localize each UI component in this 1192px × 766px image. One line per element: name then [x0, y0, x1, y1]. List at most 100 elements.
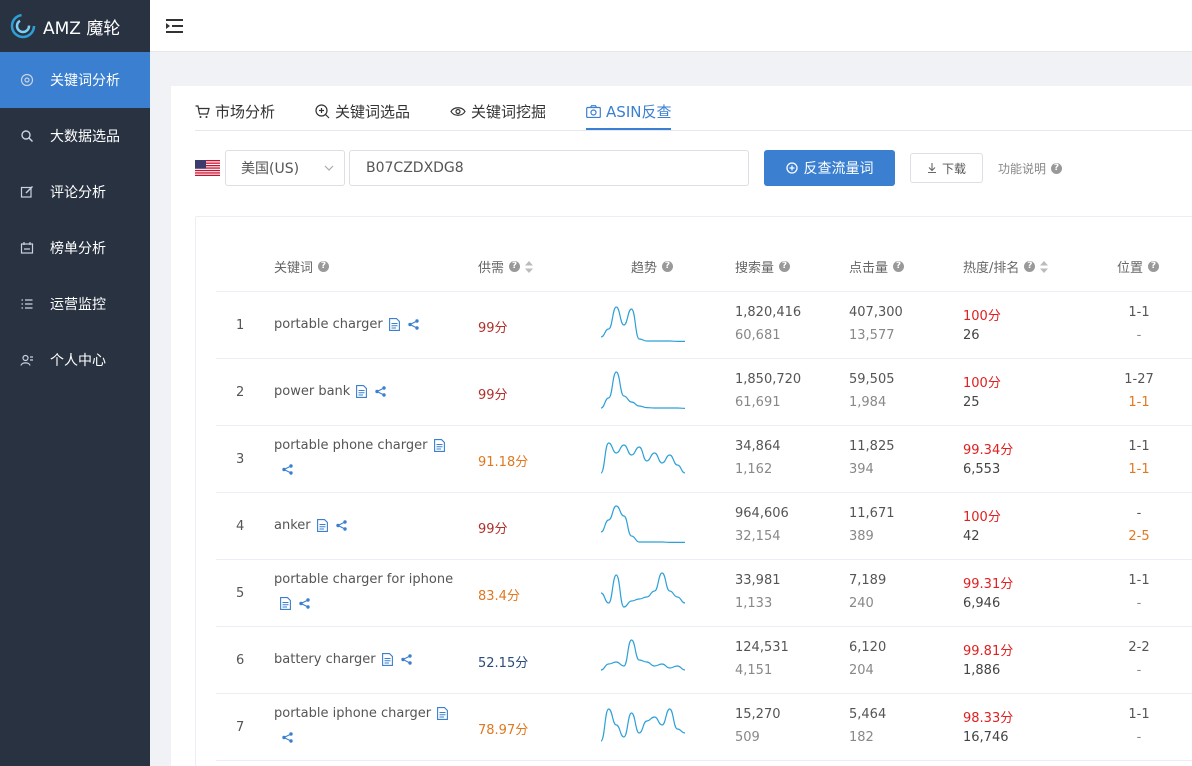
- row-index: 3: [236, 452, 245, 467]
- tab-label: 市场分析: [215, 103, 276, 121]
- trend-line: [600, 708, 686, 742]
- click-volume-daily: 1,984: [849, 395, 887, 410]
- row-index: 5: [236, 586, 245, 601]
- position-primary: 1-1: [1128, 707, 1150, 722]
- trend-sparkline: [600, 633, 686, 685]
- document-icon[interactable]: [388, 318, 400, 331]
- keyword-cell: anker: [274, 514, 459, 538]
- reverse-lookup-button[interactable]: 反查流量词: [764, 150, 895, 186]
- share-icon[interactable]: [282, 464, 293, 475]
- position-primary: 2-2: [1128, 640, 1150, 655]
- keyword-cell: portable charger for iphone: [274, 568, 459, 616]
- keyword-cell: portable iphone charger: [274, 702, 459, 750]
- search-volume: 964,606: [735, 506, 789, 521]
- search-volume: 15,270: [735, 707, 781, 722]
- document-icon[interactable]: [381, 653, 393, 666]
- header-heat-rank[interactable]: 热度/排名?: [963, 257, 1049, 276]
- sort-icon[interactable]: [1040, 260, 1049, 273]
- header-supply[interactable]: 供需?: [478, 257, 534, 276]
- keyword-text[interactable]: power bank: [274, 384, 350, 399]
- trend-sparkline: [600, 432, 686, 484]
- share-icon[interactable]: [299, 598, 310, 609]
- share-icon[interactable]: [400, 654, 412, 665]
- sort-icon[interactable]: [525, 260, 534, 273]
- reverse-lookup-label: 反查流量词: [803, 160, 874, 176]
- country-select[interactable]: 美国(US): [225, 150, 345, 186]
- question-icon[interactable]: ?: [318, 261, 330, 272]
- sidebar-item[interactable]: 关键词分析: [0, 52, 150, 108]
- sidebar-item[interactable]: 评论分析: [0, 164, 150, 220]
- document-icon[interactable]: [280, 597, 291, 610]
- trend-sparkline: [600, 700, 686, 752]
- user-icon: [20, 353, 34, 367]
- supply-score: 91.18分: [478, 455, 529, 470]
- download-button[interactable]: 下载: [910, 153, 983, 183]
- row-index: 6: [236, 653, 245, 668]
- share-icon[interactable]: [407, 319, 419, 330]
- question-icon[interactable]: ?: [509, 261, 521, 272]
- cart-icon: [195, 104, 215, 119]
- app-logo[interactable]: AMZ 魔轮: [0, 0, 150, 52]
- share-icon[interactable]: [375, 386, 387, 397]
- tab[interactable]: 关键词选品: [315, 101, 410, 130]
- click-volume: 5,464: [849, 707, 887, 722]
- position-secondary: -: [1136, 663, 1142, 678]
- logo-swirl-icon: [10, 13, 36, 39]
- tab[interactable]: 关键词挖掘: [450, 101, 546, 130]
- supply-score: 52.15分: [478, 656, 529, 671]
- question-icon[interactable]: ?: [779, 261, 791, 272]
- tab[interactable]: 市场分析: [195, 101, 275, 130]
- header-trend-label: 趋势: [631, 261, 658, 276]
- zoom-in-icon: [785, 161, 798, 174]
- header-trend: 趋势?: [631, 257, 674, 276]
- keyword-text[interactable]: anker: [274, 518, 311, 533]
- heat-rank: 25: [963, 395, 980, 410]
- search-volume: 1,820,416: [735, 305, 802, 320]
- share-icon[interactable]: [335, 520, 347, 531]
- search-volume: 34,864: [735, 439, 781, 454]
- sidebar-item[interactable]: 运营监控: [0, 276, 150, 332]
- tab[interactable]: ASIN反查: [586, 101, 672, 130]
- heat-rank: 26: [963, 328, 980, 343]
- position-primary: 1-1: [1128, 305, 1150, 320]
- document-icon[interactable]: [437, 707, 449, 720]
- us-flag-icon: [195, 160, 220, 176]
- keyword-cell: power bank: [274, 380, 459, 404]
- question-icon[interactable]: ?: [1148, 261, 1160, 272]
- question-icon[interactable]: ?: [1024, 261, 1036, 272]
- keyword-text[interactable]: portable iphone charger: [274, 706, 431, 721]
- top-header: [150, 0, 1192, 52]
- header-search-volume: 搜索量?: [735, 257, 791, 276]
- search-icon: [20, 129, 34, 143]
- click-volume-daily: 182: [849, 730, 874, 745]
- tab-label: ASIN反查: [606, 103, 672, 121]
- keyword-text[interactable]: portable charger: [274, 317, 383, 332]
- keyword-text[interactable]: portable phone charger: [274, 438, 428, 453]
- click-volume-daily: 204: [849, 663, 874, 678]
- header-position-label: 位置: [1117, 261, 1144, 276]
- sidebar-item[interactable]: 个人中心: [0, 332, 150, 388]
- menu-collapse-icon[interactable]: [166, 18, 184, 33]
- trend-line: [600, 505, 685, 543]
- document-icon[interactable]: [356, 385, 368, 398]
- keyword-text[interactable]: battery charger: [274, 652, 376, 667]
- document-icon[interactable]: [316, 519, 328, 532]
- question-icon[interactable]: ?: [662, 261, 674, 272]
- sidebar-item[interactable]: 大数据选品: [0, 108, 150, 164]
- share-icon[interactable]: [282, 732, 293, 743]
- asin-input[interactable]: [349, 150, 749, 186]
- question-icon[interactable]: ?: [893, 261, 905, 272]
- tab-label: 关键词挖掘: [471, 103, 547, 121]
- position-secondary: -: [1136, 730, 1142, 745]
- camera-icon: [586, 105, 606, 118]
- keyword-text[interactable]: portable charger for iphone: [274, 572, 453, 587]
- document-icon[interactable]: [433, 439, 445, 452]
- table-row: 3 portable phone charger 91.18分 34,864 1,162…: [216, 426, 1192, 493]
- click-volume-daily: 13,577: [849, 328, 895, 343]
- position-primary: 1-27: [1124, 372, 1154, 387]
- list-icon: [20, 297, 34, 311]
- click-volume: 11,825: [849, 439, 895, 454]
- search-row: 美国(US) 反查流量词 下载 功能说明 ?: [195, 150, 1063, 186]
- feature-help-link[interactable]: 功能说明 ?: [998, 160, 1063, 177]
- sidebar-item[interactable]: 榜单分析: [0, 220, 150, 276]
